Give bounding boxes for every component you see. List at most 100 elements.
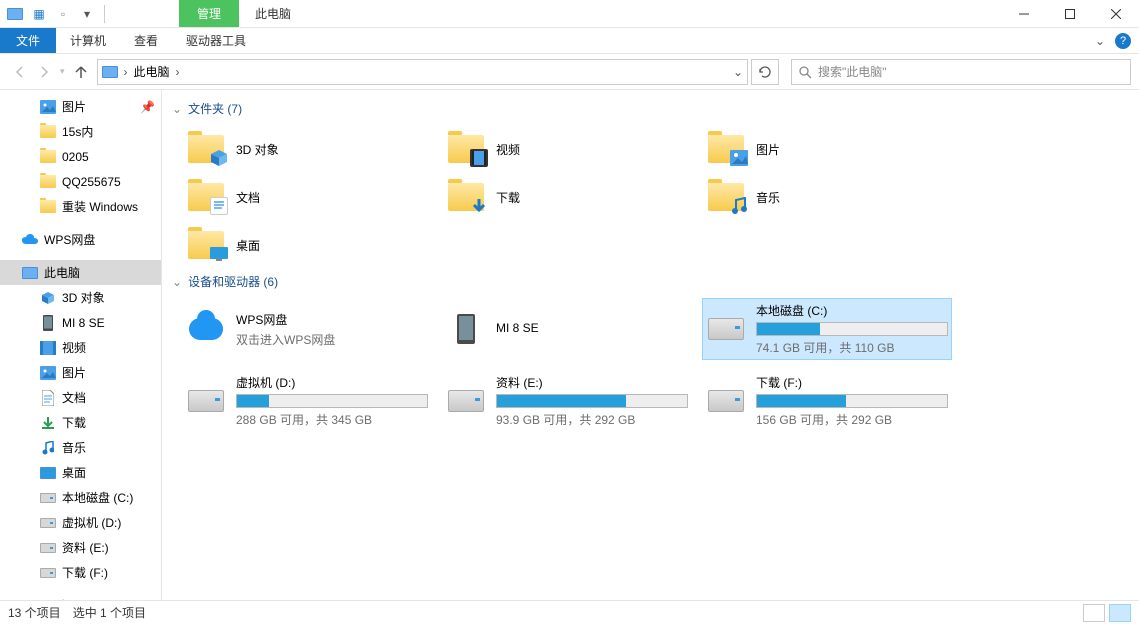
maximize-button[interactable] bbox=[1047, 0, 1093, 27]
group-header-label: 设备和驱动器 (6) bbox=[188, 273, 278, 290]
phone-icon bbox=[446, 309, 486, 349]
minimize-button[interactable] bbox=[1001, 0, 1047, 27]
qa-properties-icon[interactable]: ▦ bbox=[30, 5, 48, 23]
group-header-devices[interactable]: ⌄ 设备和驱动器 (6) bbox=[172, 273, 1129, 290]
chevron-right-icon[interactable]: › bbox=[176, 65, 180, 79]
folder-item-music[interactable]: 音乐 bbox=[702, 173, 952, 221]
phone-icon bbox=[40, 315, 56, 331]
tab-computer[interactable]: 计算机 bbox=[56, 28, 120, 53]
pictures-icon bbox=[706, 129, 746, 169]
folder-item-videos[interactable]: 视频 bbox=[442, 125, 692, 173]
pin-icon: 📌 bbox=[140, 100, 155, 114]
device-label: WPS网盘 bbox=[236, 311, 428, 328]
device-item-wps[interactable]: WPS网盘 双击进入WPS网盘 bbox=[182, 298, 432, 360]
sidebar-item-music[interactable]: 音乐 bbox=[0, 435, 161, 460]
folder-label: 视频 bbox=[496, 141, 520, 158]
breadcrumb-this-pc[interactable]: 此电脑 bbox=[134, 63, 170, 80]
drive-label: 下载 (F:) bbox=[756, 374, 948, 391]
nav-forward-button[interactable] bbox=[36, 64, 52, 80]
drive-label: 资料 (E:) bbox=[496, 374, 688, 391]
sidebar-item-downloads[interactable]: 下载 bbox=[0, 410, 161, 435]
address-dropdown-icon[interactable]: ⌄ bbox=[733, 65, 743, 79]
drive-icon bbox=[706, 381, 746, 421]
search-input[interactable]: 搜索"此电脑" bbox=[791, 59, 1131, 85]
status-bar: 13 个项目 选中 1 个项目 bbox=[0, 600, 1139, 624]
sidebar-item-drive-e[interactable]: 资料 (E:) bbox=[0, 535, 161, 560]
pictures-icon bbox=[40, 99, 56, 115]
sidebar-item-pictures[interactable]: 图片 📌 bbox=[0, 94, 161, 119]
sidebar-label: 视频 bbox=[62, 339, 86, 356]
sidebar-item-drive-d[interactable]: 虚拟机 (D:) bbox=[0, 510, 161, 535]
qa-new-icon[interactable]: ▫ bbox=[54, 5, 72, 23]
sidebar-item-folder[interactable]: QQ255675 bbox=[0, 169, 161, 194]
chevron-down-icon: ⌄ bbox=[172, 275, 182, 289]
folder-item-desktop[interactable]: 桌面 bbox=[182, 221, 432, 269]
tab-view[interactable]: 查看 bbox=[120, 28, 172, 53]
group-header-folders[interactable]: ⌄ 文件夹 (7) bbox=[172, 100, 1129, 117]
folder-icon bbox=[40, 149, 56, 165]
folder-item-3d-objects[interactable]: 3D 对象 bbox=[182, 125, 432, 173]
sidebar-item-folder[interactable]: 重装 Windows bbox=[0, 194, 161, 219]
close-button[interactable] bbox=[1093, 0, 1139, 27]
drive-icon bbox=[40, 515, 56, 531]
sidebar-item-wps[interactable]: WPS网盘 bbox=[0, 227, 161, 252]
ribbon-expand-icon[interactable]: ⌄ bbox=[1095, 34, 1105, 48]
view-icons-button[interactable] bbox=[1109, 604, 1131, 622]
view-details-button[interactable] bbox=[1083, 604, 1105, 622]
sidebar-item-documents[interactable]: 文档 bbox=[0, 385, 161, 410]
sidebar-label: 3D 对象 bbox=[62, 289, 105, 306]
sidebar-label: 音乐 bbox=[62, 439, 86, 456]
navigation-pane: 图片 📌 15s内 0205 QQ255675 重装 Windows WPS网盘… bbox=[0, 90, 162, 600]
drive-item--e[interactable]: 资料 (E:) 93.9 GB 可用，共 292 GB bbox=[442, 370, 692, 432]
sidebar-label: 下载 bbox=[62, 414, 86, 431]
device-sublabel: 双击进入WPS网盘 bbox=[236, 331, 428, 348]
device-item-phone[interactable]: MI 8 SE bbox=[442, 298, 692, 360]
quick-access-toolbar: ▦ ▫ ▾ bbox=[0, 0, 113, 27]
folder-label: 桌面 bbox=[236, 237, 260, 254]
drive-item-f[interactable]: 下载 (F:) 156 GB 可用，共 292 GB bbox=[702, 370, 952, 432]
sidebar-item-folder[interactable]: 15s内 bbox=[0, 119, 161, 144]
sidebar-item-videos[interactable]: 视频 bbox=[0, 335, 161, 360]
refresh-button[interactable] bbox=[751, 59, 779, 85]
drive-item-d[interactable]: 虚拟机 (D:) 288 GB 可用，共 345 GB bbox=[182, 370, 432, 432]
folder-item-pictures[interactable]: 图片 bbox=[702, 125, 952, 173]
location-icon bbox=[102, 66, 118, 78]
folder-item-downloads[interactable]: 下载 bbox=[442, 173, 692, 221]
sidebar-item-drive-f[interactable]: 下载 (F:) bbox=[0, 560, 161, 585]
pictures-icon bbox=[40, 365, 56, 381]
sidebar-item-phone[interactable]: MI 8 SE bbox=[0, 310, 161, 335]
drive-item-c[interactable]: 本地磁盘 (C:) 74.1 GB 可用，共 110 GB bbox=[702, 298, 952, 360]
drive-icon bbox=[186, 381, 226, 421]
drive-icon bbox=[446, 381, 486, 421]
sidebar-item-folder[interactable]: 0205 bbox=[0, 144, 161, 169]
tab-drive-tools[interactable]: 驱动器工具 bbox=[172, 28, 260, 53]
drive-usage-bar bbox=[756, 322, 948, 336]
help-icon[interactable]: ? bbox=[1115, 33, 1131, 49]
folder-icon bbox=[40, 199, 56, 215]
address-bar[interactable]: › 此电脑 › ⌄ bbox=[97, 59, 748, 85]
cloud-icon bbox=[22, 232, 38, 248]
chevron-right-icon[interactable]: › bbox=[124, 65, 128, 79]
sidebar-label: 资料 (E:) bbox=[62, 539, 109, 556]
nav-back-button[interactable] bbox=[12, 64, 28, 80]
downloads-icon bbox=[446, 177, 486, 217]
sidebar-label: 重装 Windows bbox=[62, 198, 138, 215]
qa-dropdown-icon[interactable]: ▾ bbox=[78, 5, 96, 23]
sidebar-item-pictures[interactable]: 图片 bbox=[0, 360, 161, 385]
folder-label: 音乐 bbox=[756, 189, 780, 206]
sidebar-label: 图片 bbox=[62, 98, 86, 115]
folder-item-documents[interactable]: 文档 bbox=[182, 173, 432, 221]
sidebar-item-3d-objects[interactable]: 3D 对象 bbox=[0, 285, 161, 310]
sidebar-item-drive-c[interactable]: 本地磁盘 (C:) bbox=[0, 485, 161, 510]
nav-up-button[interactable] bbox=[73, 64, 89, 80]
status-selection: 选中 1 个项目 bbox=[73, 604, 146, 621]
desktop-icon bbox=[186, 225, 226, 265]
desktop-icon bbox=[40, 465, 56, 481]
tab-file[interactable]: 文件 bbox=[0, 28, 56, 53]
sidebar-item-network[interactable]: 网络 bbox=[0, 593, 161, 600]
sidebar-item-desktop[interactable]: 桌面 bbox=[0, 460, 161, 485]
nav-recent-dropdown[interactable]: ▾ bbox=[60, 66, 65, 77]
search-icon bbox=[798, 65, 812, 79]
sidebar-item-this-pc[interactable]: 此电脑 bbox=[0, 260, 161, 285]
view-mode-buttons bbox=[1083, 604, 1131, 622]
